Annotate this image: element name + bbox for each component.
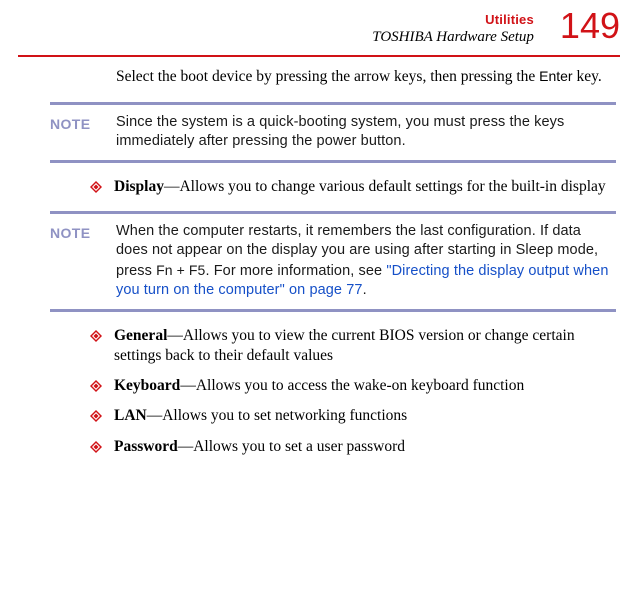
desc-display: —Allows you to change various default se…: [164, 178, 606, 195]
note2-b: . For more information, see: [205, 263, 386, 279]
page-number: 149: [560, 8, 620, 44]
note-label: NOTE: [50, 222, 116, 242]
bullet-text: Keyboard—Allows you to access the wake-o…: [114, 376, 524, 396]
bullet-text: Password—Allows you to set a user passwo…: [114, 437, 405, 457]
intro-text-2: key.: [573, 68, 602, 85]
term-keyboard: Keyboard: [114, 377, 180, 394]
note-1-body: Since the system is a quick-booting syst…: [116, 113, 616, 152]
diamond-icon: [90, 410, 102, 422]
note-bottom-bar: [50, 309, 616, 312]
page-container: Utilities TOSHIBA Hardware Setup 149 Sel…: [0, 0, 638, 477]
header-rule: [18, 55, 620, 57]
note2-c: .: [363, 282, 367, 298]
term-display: Display: [114, 178, 164, 195]
header-section: TOSHIBA Hardware Setup: [372, 28, 534, 48]
list-item: Password—Allows you to set a user passwo…: [90, 437, 616, 457]
diamond-icon: [90, 330, 102, 342]
bullet-text: LAN—Allows you to set networking functio…: [114, 406, 407, 426]
diamond-icon: [90, 380, 102, 392]
intro-paragraph: Select the boot device by pressing the a…: [116, 67, 616, 87]
note-1: NOTE Since the system is a quick-booting…: [18, 102, 620, 163]
page-header: Utilities TOSHIBA Hardware Setup 149: [18, 8, 620, 47]
diamond-icon: [90, 181, 102, 193]
bullet-text: Display—Allows you to change various def…: [114, 177, 606, 197]
note-bottom-bar: [50, 160, 616, 163]
list-item: General—Allows you to view the current B…: [90, 326, 616, 366]
list-item: Keyboard—Allows you to access the wake-o…: [90, 376, 616, 396]
header-category: Utilities: [372, 12, 534, 29]
note-2: NOTE When the computer restarts, it reme…: [18, 211, 620, 312]
list-item: LAN—Allows you to set networking functio…: [90, 406, 616, 426]
term-general: General: [114, 327, 167, 344]
note-2-body: When the computer restarts, it remembers…: [116, 222, 616, 301]
desc-lan: —Allows you to set networking functions: [147, 407, 407, 424]
diamond-icon: [90, 441, 102, 453]
desc-general: —Allows you to view the current BIOS ver…: [114, 327, 575, 364]
term-lan: LAN: [114, 407, 147, 424]
key-fn-f5: Fn + F5: [156, 262, 205, 278]
desc-keyboard: —Allows you to access the wake-on keyboa…: [180, 377, 524, 394]
bullet-list-top: Display—Allows you to change various def…: [90, 177, 616, 197]
key-enter: Enter: [539, 68, 572, 84]
desc-password: —Allows you to set a user password: [178, 438, 405, 455]
bullet-text: General—Allows you to view the current B…: [114, 326, 616, 366]
header-titles: Utilities TOSHIBA Hardware Setup: [372, 8, 534, 47]
list-item: Display—Allows you to change various def…: [90, 177, 616, 197]
note-label: NOTE: [50, 113, 116, 133]
bullet-list-bottom: General—Allows you to view the current B…: [90, 326, 616, 457]
term-password: Password: [114, 438, 178, 455]
intro-text-1: Select the boot device by pressing the a…: [116, 68, 539, 85]
